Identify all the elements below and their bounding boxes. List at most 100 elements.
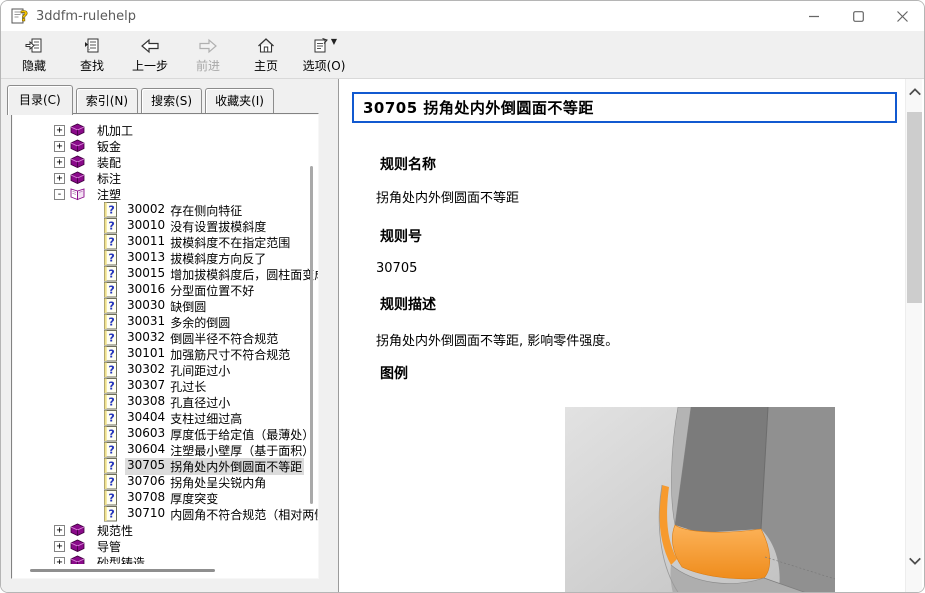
rule-name-heading: 规则名称 <box>339 154 905 174</box>
tree-item-label: 没有设置拔模斜度 <box>170 218 266 235</box>
back-button[interactable]: 上一步 <box>121 33 179 77</box>
minimize-icon <box>809 11 820 22</box>
forward-button[interactable]: 前进 <box>179 33 237 77</box>
tree-item[interactable]: ? 30708厚度突变 <box>13 490 317 506</box>
tree-item[interactable]: ? 30308孔直径过小 <box>13 394 317 410</box>
tree-item-label: 厚度突变 <box>170 490 218 507</box>
tree-item[interactable]: ? 30706拐角处呈尖锐内角 <box>13 474 317 490</box>
help-page-icon: ? <box>104 410 121 426</box>
tree-expand-toggle[interactable]: + <box>54 173 65 184</box>
svg-text:?: ? <box>108 252 114 265</box>
tree-expand-toggle[interactable]: + <box>54 125 65 136</box>
tree-item[interactable]: ? 30030缺倒圆 <box>13 298 317 314</box>
home-button[interactable]: 主页 <box>237 33 295 77</box>
tree-item-code: 30706 <box>127 474 165 491</box>
tree-item-label: 钣金 <box>97 138 121 155</box>
tree-item[interactable]: + 装配 <box>13 154 317 170</box>
rule-desc-heading: 规则描述 <box>339 294 905 314</box>
help-page-icon: ? <box>104 298 121 314</box>
svg-text:?: ? <box>108 412 114 425</box>
locate-button[interactable]: 查找 <box>63 33 121 77</box>
content-scrollbar[interactable] <box>905 79 922 593</box>
tree-item[interactable]: - 注塑 <box>13 186 317 202</box>
tree-item-label: 拐角处呈尖锐内角 <box>170 474 266 491</box>
help-page-icon: ? <box>104 394 121 410</box>
tree-vertical-scrollbar[interactable] <box>310 166 313 504</box>
dropdown-arrow-icon: ▼ <box>331 38 337 46</box>
svg-text:?: ? <box>108 220 114 233</box>
tree-item[interactable]: ? 30015增加拔模斜度后，圆柱面变成圆 <box>13 266 317 282</box>
tree-item[interactable]: + 标注 <box>13 170 317 186</box>
tree-expand-toggle[interactable]: + <box>54 157 65 168</box>
tree-item-label: 多余的倒圆 <box>170 314 230 331</box>
scroll-down-button[interactable] <box>907 556 922 568</box>
hide-panel-icon <box>24 36 44 56</box>
tree-item[interactable]: ? 30710内圆角不符合规范（相对两侧壁 <box>13 506 317 522</box>
contents-tree[interactable]: + 机加工 + 钣金 + <box>11 113 319 579</box>
tree-item-code: 30603 <box>127 426 165 443</box>
minimize-button[interactable] <box>792 1 836 31</box>
svg-text:?: ? <box>108 332 114 345</box>
topic-pane: 30705 拐角处内外倒圆面不等距 规则名称 拐角处内外倒圆面不等距 规则号 3… <box>338 79 925 593</box>
tree-item-code: 30013 <box>127 250 165 267</box>
close-button[interactable] <box>880 1 924 31</box>
maximize-button[interactable] <box>836 1 880 31</box>
legend-heading: 图例 <box>339 363 905 383</box>
tree-item[interactable]: ? 30101加强筋尺寸不符合规范 <box>13 346 317 362</box>
svg-text:?: ? <box>108 508 114 521</box>
tree-item[interactable]: ? 30604注塑最小壁厚（基于面积） <box>13 442 317 458</box>
tree-item[interactable]: ? 30603厚度低于给定值（最薄处） <box>13 426 317 442</box>
svg-text:?: ? <box>108 284 114 297</box>
tree-item-code: 30010 <box>127 218 165 235</box>
nav-tab[interactable]: 收藏夹(I) <box>205 88 274 113</box>
tree-item[interactable]: ? 30302孔间距过小 <box>13 362 317 378</box>
tree-expand-toggle[interactable]: + <box>54 541 65 552</box>
tree-item[interactable]: + 钣金 <box>13 138 317 154</box>
nav-tab[interactable]: 索引(N) <box>76 88 138 113</box>
tree-item[interactable]: ? 30011拔模斜度不在指定范围 <box>13 234 317 250</box>
tree-expand-toggle[interactable]: + <box>54 525 65 536</box>
tree-item[interactable]: ? 30013 拔模斜度方向反了 <box>13 250 317 266</box>
home-icon <box>256 36 276 56</box>
svg-text:?: ? <box>20 9 28 25</box>
back-arrow-icon <box>139 36 161 56</box>
tree-item[interactable]: ? 30031多余的倒圆 <box>13 314 317 330</box>
tree-expand-toggle[interactable]: - <box>54 189 65 200</box>
options-button[interactable]: ▼ 选项(O) <box>295 33 353 77</box>
tree-item[interactable]: ? 30705拐角处内外倒圆面不等距 <box>13 458 317 474</box>
tree-item[interactable]: ? 30032倒圆半径不符合规范 <box>13 330 317 346</box>
rule-no-value: 30705 <box>339 261 905 276</box>
tree-item[interactable]: ? 30016分型面位置不好 <box>13 282 317 298</box>
tree-item[interactable]: ? 30010 没有设置拔模斜度 <box>13 218 317 234</box>
scroll-up-button[interactable] <box>907 87 922 99</box>
tree-item-code: 30011 <box>127 234 165 251</box>
forward-arrow-icon <box>197 36 219 56</box>
svg-text:?: ? <box>108 348 114 361</box>
tree-item-label: 孔间距过小 <box>170 362 230 379</box>
tree-item[interactable]: ? 30404支柱过细过高 <box>13 410 317 426</box>
closed-book-icon <box>69 154 86 170</box>
closed-book-icon <box>69 170 86 186</box>
help-app-icon: ? <box>10 7 28 25</box>
tree-item[interactable]: ? 30002存在侧向特征 <box>13 202 317 218</box>
svg-text:?: ? <box>108 268 114 281</box>
help-page-icon: ? <box>104 202 121 218</box>
scrollbar-thumb[interactable] <box>907 112 922 303</box>
tree-horizontal-scrollbar[interactable] <box>30 569 215 572</box>
tree-item[interactable]: ? 30307孔过长 <box>13 378 317 394</box>
tree-item-code: 30031 <box>127 314 165 331</box>
tree-item-label: 拔模斜度方向反了 <box>170 250 266 267</box>
tree-item-label: 导管 <box>97 538 121 555</box>
nav-tab[interactable]: 搜索(S) <box>141 88 202 113</box>
tree-item[interactable]: + 机加工 <box>13 122 317 138</box>
hide-button[interactable]: 隐藏 <box>5 33 63 77</box>
help-viewer-window: ? 3ddfm-rulehelp 隐藏 <box>0 0 925 593</box>
help-page-icon: ? <box>104 330 121 346</box>
tree-item[interactable]: + 导管 <box>13 538 317 554</box>
tree-item-label: 注塑最小壁厚（基于面积） <box>170 442 314 459</box>
tree-expand-toggle[interactable]: + <box>54 141 65 152</box>
nav-tab[interactable]: 目录(C) <box>7 85 73 115</box>
tree-item[interactable]: + 规范性 <box>13 522 317 538</box>
tree-item-label: 注塑 <box>97 186 121 203</box>
svg-text:?: ? <box>108 428 114 441</box>
